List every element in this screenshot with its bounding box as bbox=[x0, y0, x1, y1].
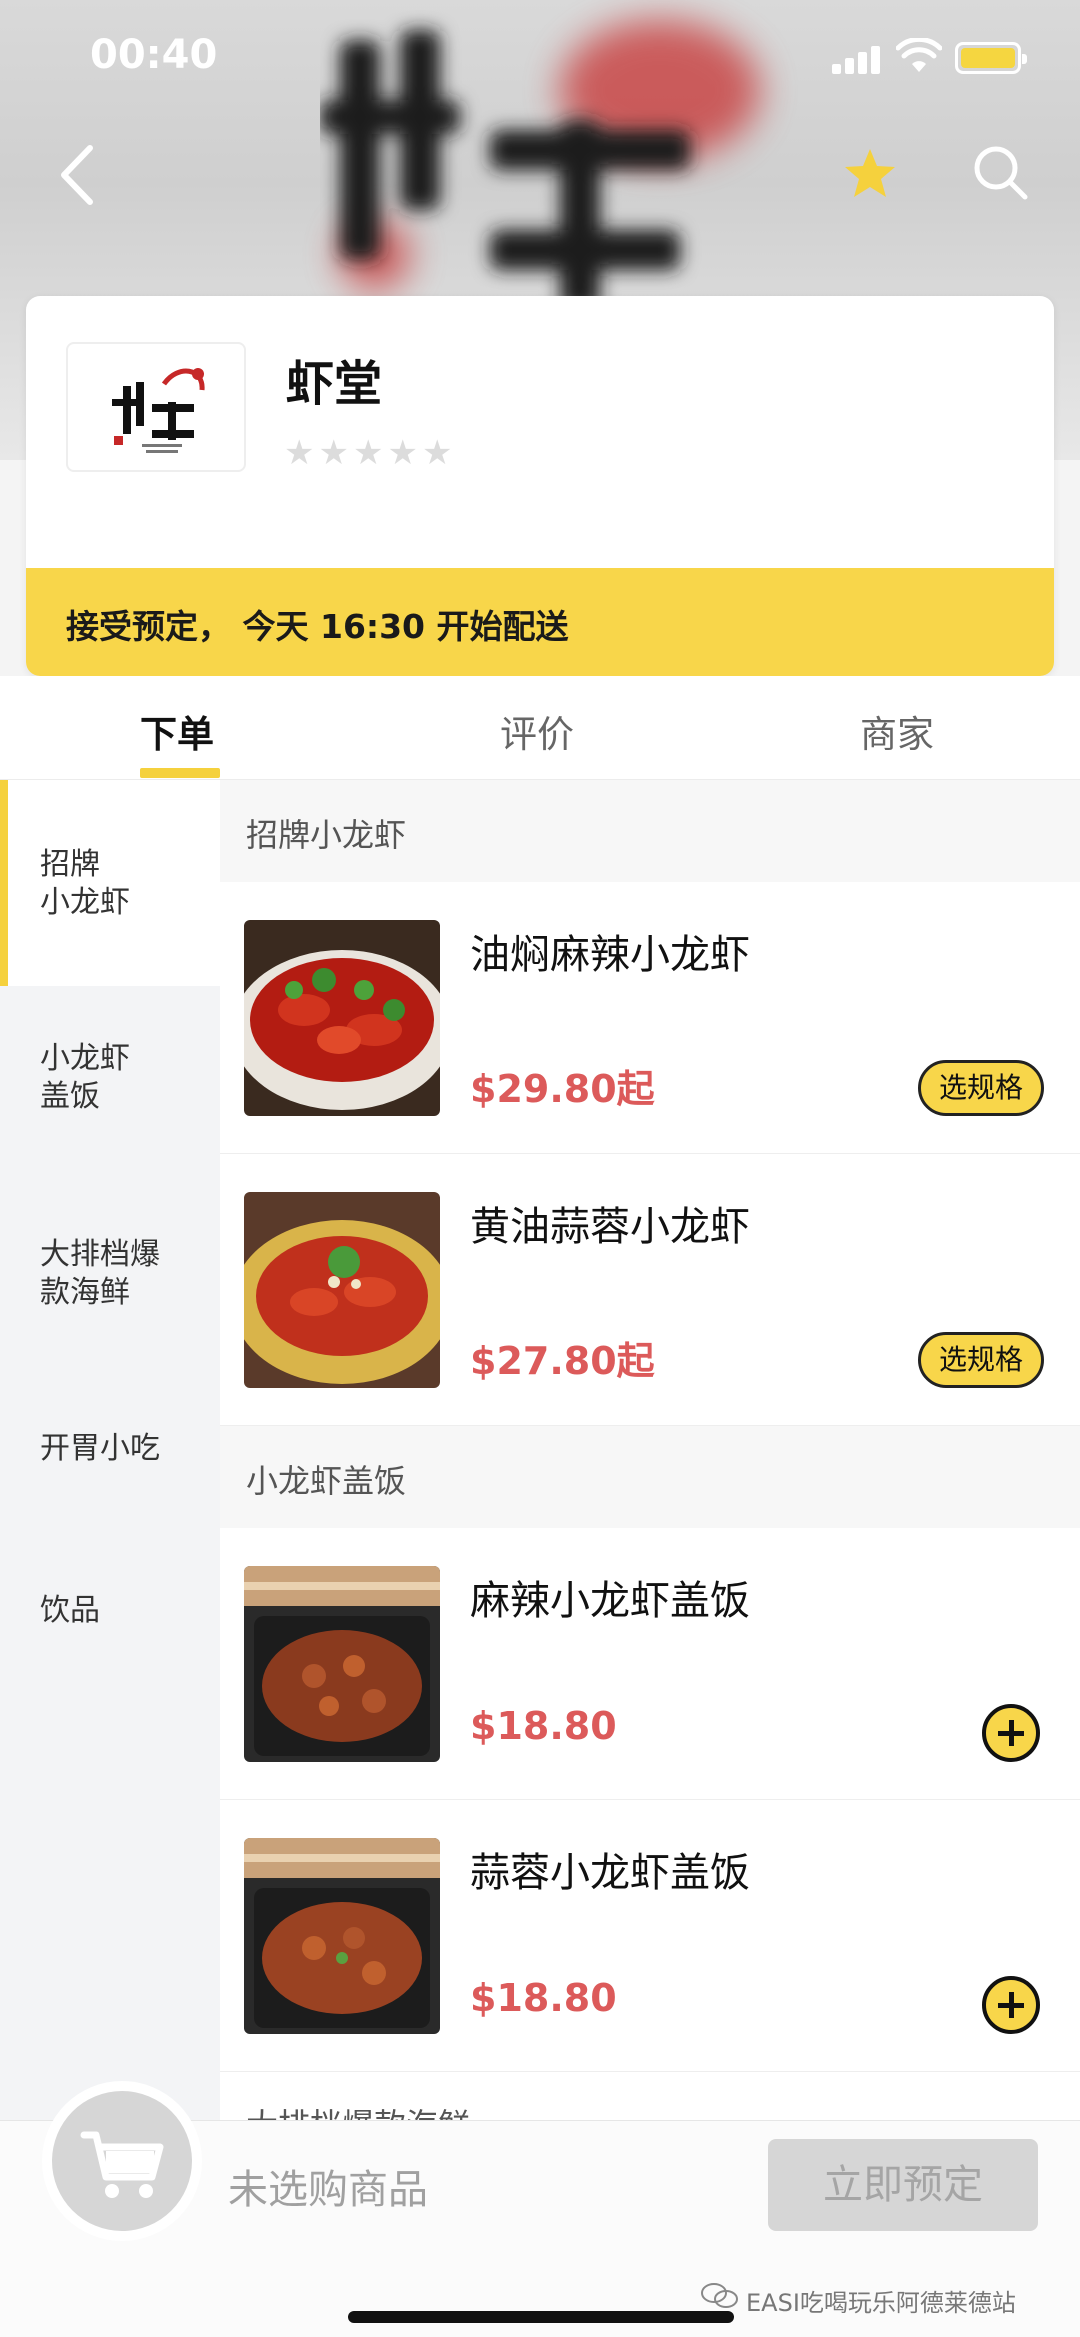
tab-bar: 下单 评价 商家 bbox=[0, 676, 1080, 780]
star-icon[interactable] bbox=[842, 146, 898, 202]
shop-info-card: 虾堂 ★ ★ ★ ★ ★ 接受预定， 今天 16:30 开始配送 bbox=[26, 296, 1054, 676]
back-icon[interactable] bbox=[52, 140, 102, 210]
star-rating: ★ ★ ★ ★ ★ bbox=[284, 436, 452, 470]
wifi-icon bbox=[896, 38, 942, 72]
signal-icon bbox=[832, 44, 882, 74]
tab-merchant[interactable]: 商家 bbox=[860, 704, 934, 758]
tab-order[interactable]: 下单 bbox=[140, 704, 214, 758]
sidebar-item-label: 大排档爆 款海鲜 bbox=[40, 1237, 160, 1310]
watermark-text: EASI吃喝玩乐阿德莱德站 bbox=[746, 2289, 1016, 2317]
reserve-now-button[interactable]: 立即预定 bbox=[768, 2139, 1038, 2231]
cart-button[interactable] bbox=[52, 2091, 192, 2231]
home-indicator[interactable] bbox=[348, 2311, 734, 2323]
menu-list: 招牌小龙虾 油焖麻辣小龙虾 $29.80起 选规格 黄油蒜蓉小龙虾 $27.80… bbox=[220, 780, 1080, 2120]
rice-bowl-photo bbox=[244, 1838, 440, 2034]
dish-price: $27.80起 bbox=[470, 1339, 655, 1383]
sidebar-item-crayfish-rice[interactable]: 小龙虾 盖饭 bbox=[0, 986, 220, 1182]
dish-image bbox=[244, 1838, 440, 2034]
tab-active-indicator bbox=[140, 768, 220, 778]
sidebar-item-label: 饮品 bbox=[40, 1593, 100, 1628]
checkout-bar: 未选购商品 立即预定 EASI吃喝玩乐阿德莱德站 bbox=[0, 2091, 1080, 2337]
shop-logo bbox=[66, 342, 246, 472]
sidebar-item-drinks[interactable]: 饮品 bbox=[0, 1538, 220, 1698]
battery-icon bbox=[955, 42, 1027, 74]
sidebar-item-seafood[interactable]: 大排档爆 款海鲜 bbox=[0, 1182, 220, 1378]
dish-name: 蒜蓉小龙虾盖饭 bbox=[470, 1850, 750, 1896]
dish-item[interactable]: 麻辣小龙虾盖饭 $18.80 bbox=[220, 1528, 1080, 1800]
star-icon: ★ bbox=[421, 433, 453, 473]
star-icon: ★ bbox=[352, 433, 384, 473]
section-title: 大排档爆款海鲜 bbox=[246, 2100, 470, 2120]
rice-bowl-photo bbox=[244, 1566, 440, 1762]
sidebar-item-label: 招牌 小龙虾 bbox=[40, 847, 130, 920]
crayfish-photo bbox=[244, 1192, 440, 1388]
wechat-icon bbox=[701, 2283, 738, 2308]
star-icon: ★ bbox=[387, 433, 418, 473]
dish-image bbox=[244, 920, 440, 1116]
dish-item[interactable]: 蒜蓉小龙虾盖饭 $18.80 bbox=[220, 1800, 1080, 2072]
star-icon: ★ bbox=[318, 433, 349, 473]
dish-price: $18.80 bbox=[470, 1976, 617, 2020]
dish-price: $18.80 bbox=[470, 1704, 617, 1748]
sidebar-item-signature-crayfish[interactable]: 招牌 小龙虾 bbox=[0, 780, 220, 986]
add-to-cart-button[interactable] bbox=[982, 1976, 1040, 2034]
cart-icon bbox=[80, 2131, 164, 2198]
cart-status-text: 未选购商品 bbox=[228, 2167, 428, 2213]
status-time: 00:40 bbox=[90, 32, 218, 78]
dish-name: 麻辣小龙虾盖饭 bbox=[470, 1578, 750, 1624]
sidebar-active-bar bbox=[0, 780, 8, 986]
tab-reviews[interactable]: 评价 bbox=[500, 704, 574, 758]
shop-logo-mark bbox=[112, 368, 205, 453]
dish-name: 黄油蒜蓉小龙虾 bbox=[470, 1204, 750, 1250]
select-spec-button[interactable]: 选规格 bbox=[918, 1060, 1044, 1116]
dish-item[interactable]: 油焖麻辣小龙虾 $29.80起 选规格 bbox=[220, 882, 1080, 1154]
status-bar: 00:40 bbox=[0, 0, 1080, 120]
dish-image bbox=[244, 1566, 440, 1762]
star-icon: ★ bbox=[284, 433, 315, 473]
delivery-notice-text: 接受预定， 今天 16:30 开始配送 bbox=[66, 607, 569, 646]
dish-price: $29.80起 bbox=[470, 1067, 655, 1111]
crayfish-photo bbox=[244, 920, 440, 1116]
section-title: 招牌小龙虾 bbox=[246, 816, 407, 854]
dish-item[interactable]: 黄油蒜蓉小龙虾 $27.80起 选规格 bbox=[220, 1154, 1080, 1426]
sidebar-item-label: 小龙虾 盖饭 bbox=[40, 1041, 130, 1114]
dish-image bbox=[244, 1192, 440, 1388]
sidebar-item-label: 开胃小吃 bbox=[40, 1431, 160, 1466]
search-icon[interactable] bbox=[970, 142, 1030, 202]
section-title: 小龙虾盖饭 bbox=[246, 1462, 407, 1500]
select-spec-button[interactable]: 选规格 bbox=[918, 1332, 1044, 1388]
app-root: 00:40 虾堂 ★ ★ ★ ★ ★ 接受预定， 今天 16:30 开始配送 下… bbox=[0, 0, 1080, 2337]
dish-name: 油焖麻辣小龙虾 bbox=[470, 932, 750, 978]
shop-name: 虾堂 bbox=[286, 356, 383, 412]
add-to-cart-button[interactable] bbox=[982, 1704, 1040, 1762]
sidebar-item-snacks[interactable]: 开胃小吃 bbox=[0, 1378, 220, 1538]
delivery-notice: 接受预定， 今天 16:30 开始配送 bbox=[26, 568, 1054, 676]
category-sidebar: 招牌 小龙虾 小龙虾 盖饭 大排档爆 款海鲜 开胃小吃 饮品 bbox=[0, 780, 220, 2120]
